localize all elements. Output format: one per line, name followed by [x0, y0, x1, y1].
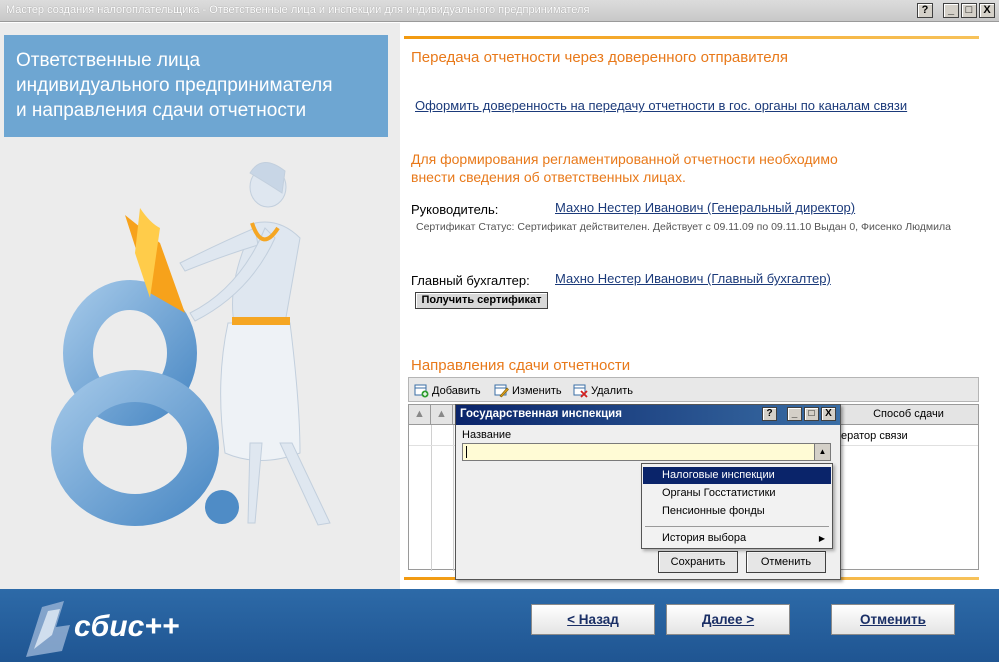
footer-bar: сбис++ < Назад Далее > Отменить	[0, 589, 999, 662]
director-link[interactable]: Махно Нестер Иванович (Генеральный дирек…	[555, 200, 855, 215]
dialog-help-button[interactable]: ?	[762, 407, 777, 421]
add-label: Добавить	[432, 384, 481, 397]
section-proxy-title: Передача отчетности через доверенного от…	[411, 49, 789, 66]
menu-item-history[interactable]: История выбора ▶	[643, 530, 831, 547]
section-responsible-line1: Для формирования регламентированной отче…	[411, 151, 838, 167]
name-label: Название	[462, 429, 512, 441]
director-label: Руководитель:	[411, 202, 499, 217]
minimize-button[interactable]: _	[943, 3, 959, 18]
window-controls: ? _ □ X	[917, 3, 995, 18]
window-titlebar: Мастер создания налогоплательщика - Отве…	[0, 0, 999, 22]
logo-text: сбис++	[74, 610, 179, 643]
delete-icon	[573, 384, 588, 398]
edit-label: Изменить	[512, 384, 562, 397]
get-certificate-button[interactable]: Получить сертификат	[415, 292, 548, 309]
sbis-logo-icon	[26, 601, 70, 657]
certificate-status: Сертификат Статус: Сертификат действител…	[416, 221, 951, 233]
text-caret	[466, 446, 467, 458]
section-responsible-title: Для формирования регламентированной отче…	[411, 150, 838, 186]
window-title: Мастер создания налогоплательщика - Отве…	[6, 4, 590, 16]
chevron-up-icon: ▲	[818, 447, 827, 456]
accountant-link[interactable]: Махно Нестер Иванович (Главный бухгалтер…	[555, 271, 831, 286]
left-panel: Ответственные лица индивидуального предп…	[0, 23, 400, 589]
delete-label: Удалить	[591, 384, 633, 397]
section-responsible-line2: внести сведения об ответственных лицах.	[411, 169, 686, 185]
next-button[interactable]: Далее >	[666, 604, 790, 635]
dialog-minimize-button[interactable]: _	[787, 407, 802, 421]
dialog-close-button[interactable]: X	[821, 407, 836, 421]
left-header-line1: Ответственные лица	[16, 50, 201, 71]
dropdown-button[interactable]: ▲	[814, 444, 830, 460]
grid-col-sort2[interactable]: ▲	[431, 405, 453, 425]
menu-item-statistics[interactable]: Органы Госстатистики	[643, 485, 831, 502]
menu-history-label: История выбора	[662, 532, 747, 544]
accountant-label: Главный бухгалтер:	[411, 273, 530, 288]
menu-item-pension[interactable]: Пенсионные фонды	[643, 503, 831, 520]
menu-separator	[645, 526, 829, 527]
proxy-link[interactable]: Оформить доверенность на передачу отчетн…	[415, 98, 907, 113]
left-header-line2: индивидуального предпринимателя	[16, 75, 333, 96]
delete-button[interactable]: Удалить	[573, 383, 633, 398]
grid-row-method[interactable]: ератор связи	[841, 430, 908, 442]
menu-item-tax[interactable]: Налоговые инспекции	[643, 467, 831, 484]
dialog-controls: ? _ □ X	[762, 407, 836, 421]
name-input[interactable]: ▲	[462, 443, 831, 461]
section-directions-title: Направления сдачи отчетности	[411, 357, 631, 374]
dialog-maximize-button[interactable]: □	[804, 407, 819, 421]
edit-icon	[494, 384, 509, 398]
dialog-titlebar: Государственная инспекция ? _ □ X	[456, 405, 840, 425]
directions-toolbar: Добавить Изменить Удалить	[408, 377, 979, 402]
inspection-type-menu: Налоговые инспекции Органы Госстатистики…	[641, 463, 833, 549]
grid-col-sort1[interactable]: ▲	[409, 405, 431, 425]
dialog-title: Государственная инспекция	[460, 408, 622, 420]
dialog-cancel-button[interactable]: Отменить	[746, 551, 826, 573]
left-header-line3: и направления сдачи отчетности	[16, 100, 307, 121]
edit-button[interactable]: Изменить	[494, 383, 562, 398]
maximize-button[interactable]: □	[961, 3, 977, 18]
save-button[interactable]: Сохранить	[658, 551, 738, 573]
eight-logo-icon	[51, 280, 239, 526]
help-button[interactable]: ?	[917, 3, 933, 18]
add-button[interactable]: Добавить	[414, 383, 481, 398]
footer-cancel-button[interactable]: Отменить	[831, 604, 955, 635]
sbis-logo: сбис++	[26, 601, 179, 657]
add-icon	[414, 384, 429, 398]
submenu-arrow-icon: ▶	[818, 534, 825, 543]
left-header: Ответственные лица индивидуального предп…	[4, 35, 388, 137]
close-button[interactable]: X	[979, 3, 995, 18]
back-button[interactable]: < Назад	[531, 604, 655, 635]
grid-col-method[interactable]: Способ сдачи	[839, 405, 978, 425]
top-divider	[404, 36, 979, 39]
